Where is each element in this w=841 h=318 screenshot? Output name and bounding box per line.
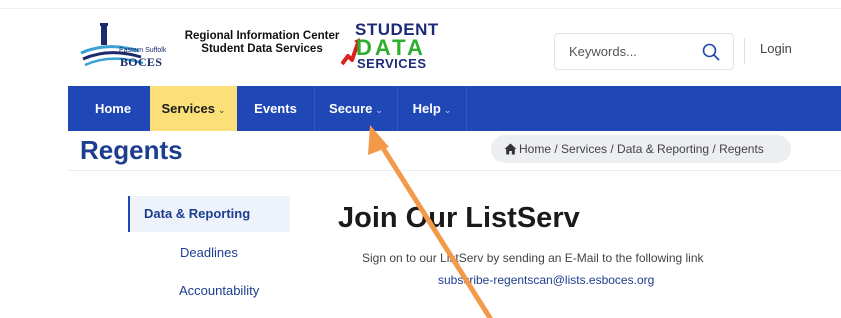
nav-label: Home <box>94 101 132 116</box>
home-icon[interactable] <box>504 143 517 155</box>
nav-item-home[interactable]: Home <box>76 86 150 131</box>
boces-logo-small-text: Eastern Suffolk <box>119 47 167 54</box>
sidebar-item-accountability[interactable]: Accountability <box>179 283 259 298</box>
listserv-heading: Join Our ListServ <box>338 202 580 234</box>
sidebar-item-deadlines[interactable]: Deadlines <box>180 245 238 260</box>
breadcrumb-text[interactable]: Home / Services / Data & Reporting / Reg… <box>519 142 764 156</box>
login-link[interactable]: Login <box>760 41 792 56</box>
nav-label: Help <box>412 101 441 116</box>
nav-item-events[interactable]: Events <box>237 86 314 131</box>
site-title-line2: Student Data Services <box>201 43 323 55</box>
chevron-down-icon: ⌄ <box>443 105 452 115</box>
chevron-down-icon: ⌄ <box>217 105 226 115</box>
title-divider <box>68 170 841 171</box>
breadcrumb: Home / Services / Data & Reporting / Reg… <box>491 135 791 163</box>
listserv-instructions: Sign on to our ListServ by sending an E-… <box>362 251 704 265</box>
boces-logo-text: BOCES <box>120 55 163 69</box>
nav-label: Secure <box>329 101 373 116</box>
main-nav: Home Services ⌄ Events Secure ⌄ Help ⌄ <box>68 86 841 131</box>
nav-item-services[interactable]: Services ⌄ <box>150 86 237 131</box>
student-data-services-logo[interactable]: STUDENT DATA SERVICES <box>339 18 438 74</box>
nav-label: Events <box>254 101 297 116</box>
nav-label: Services <box>161 101 215 116</box>
listserv-email-link[interactable]: subscribe-regentscan@lists.esboces.org <box>438 273 654 287</box>
sidebar-item-data-reporting[interactable]: Data & Reporting <box>128 196 290 232</box>
site-title-line1: Regional Information Center <box>184 30 340 42</box>
nav-item-help[interactable]: Help ⌄ <box>398 86 466 131</box>
sidebar-item-label: Data & Reporting <box>144 206 251 221</box>
search-box <box>554 33 734 70</box>
boces-logo[interactable]: Eastern Suffolk BOCES <box>79 21 177 69</box>
nav-item-secure[interactable]: Secure ⌄ <box>315 86 397 131</box>
sds-logo-line3: SERVICES <box>357 56 427 71</box>
header-separator <box>744 38 745 64</box>
search-icon[interactable] <box>701 42 721 62</box>
nav-divider <box>466 86 467 131</box>
chevron-down-icon: ⌄ <box>375 105 383 115</box>
page-title: Regents <box>80 135 183 165</box>
site-title: Regional Information Center Student Data… <box>181 30 343 56</box>
search-input[interactable] <box>567 43 691 60</box>
